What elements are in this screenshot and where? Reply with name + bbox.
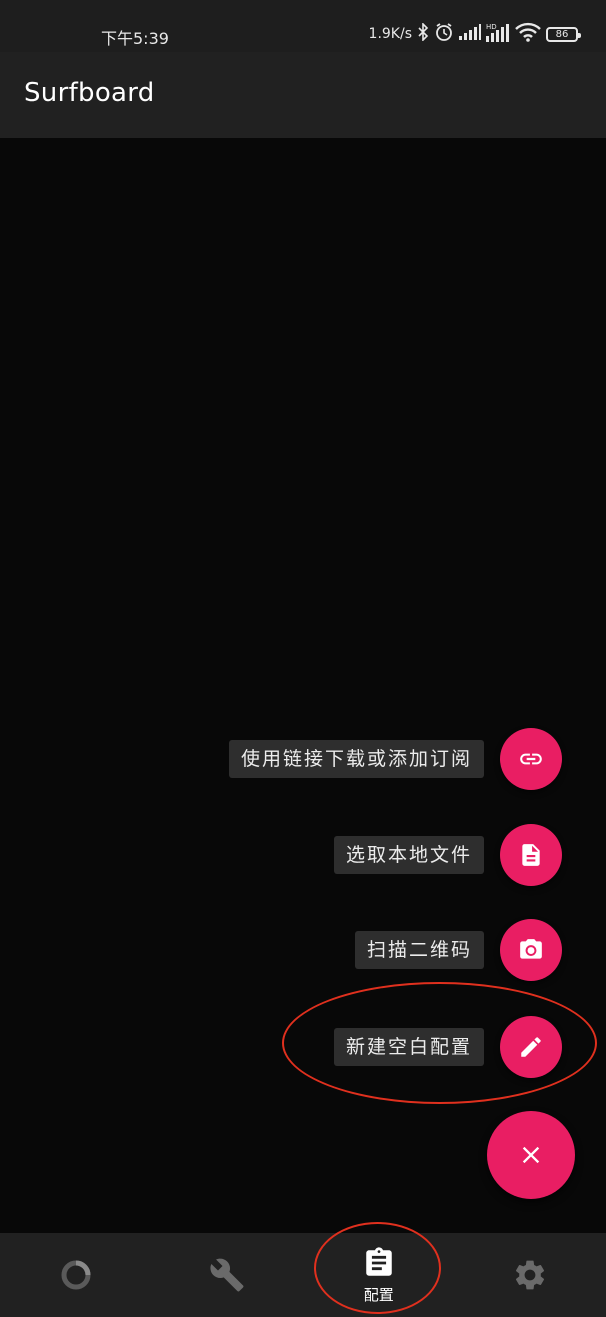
- nav-item-tools[interactable]: [152, 1233, 304, 1317]
- fab-label-new-blank[interactable]: 新建空白配置: [333, 1028, 484, 1066]
- close-fab-button[interactable]: [487, 1111, 575, 1199]
- scan-qr-button[interactable]: [500, 919, 562, 981]
- fab-item-scan-qr[interactable]: 扫描二维码: [354, 919, 562, 981]
- network-speed: 1.9K/s: [368, 26, 412, 42]
- status-time: 下午5:39: [101, 29, 169, 48]
- camera-icon: [520, 939, 542, 959]
- alarm-icon: [434, 22, 454, 46]
- nav-item-settings[interactable]: [455, 1233, 606, 1317]
- new-blank-button[interactable]: [500, 1016, 562, 1078]
- local-file-button[interactable]: [500, 824, 562, 886]
- fab-item-local-file[interactable]: 选取本地文件: [333, 824, 562, 886]
- edit-icon: [521, 1037, 541, 1057]
- clipboard-icon: [366, 1246, 392, 1276]
- wifi-icon: [515, 22, 541, 46]
- nav-item-profiles[interactable]: 配置: [303, 1233, 455, 1317]
- link-icon: [520, 753, 542, 765]
- fab-label-local-file[interactable]: 选取本地文件: [333, 836, 484, 874]
- close-icon: [522, 1146, 540, 1164]
- fab-label-scan-qr[interactable]: 扫描二维码: [354, 931, 484, 969]
- gear-icon: [516, 1260, 545, 1290]
- dashboard-ring-icon: [61, 1260, 91, 1290]
- nav-label-profiles: 配置: [363, 1285, 394, 1304]
- battery-icon: 86: [546, 26, 581, 42]
- status-bar: 下午5:39 1.9K/s HD 86: [0, 0, 606, 52]
- add-subscription-button[interactable]: [500, 728, 562, 790]
- status-icons: 1.9K/s HD 86: [368, 22, 581, 46]
- svg-text:HD: HD: [486, 23, 497, 31]
- hd-signal-icon: HD: [486, 22, 510, 46]
- fab-item-new-blank[interactable]: 新建空白配置: [333, 1016, 562, 1078]
- signal-icon: [459, 24, 481, 44]
- fab-label-add-subscription[interactable]: 使用链接下载或添加订阅: [228, 740, 484, 778]
- fab-item-add-subscription[interactable]: 使用链接下载或添加订阅: [228, 728, 562, 790]
- wrench-icon: [210, 1258, 244, 1292]
- nav-item-dashboard[interactable]: [0, 1233, 152, 1317]
- bluetooth-icon: [417, 22, 429, 45]
- app-bar: Surfboard: [0, 52, 606, 138]
- file-icon: [522, 844, 540, 866]
- bottom-nav: 配置: [0, 1233, 606, 1317]
- app-title: Surfboard: [24, 78, 155, 108]
